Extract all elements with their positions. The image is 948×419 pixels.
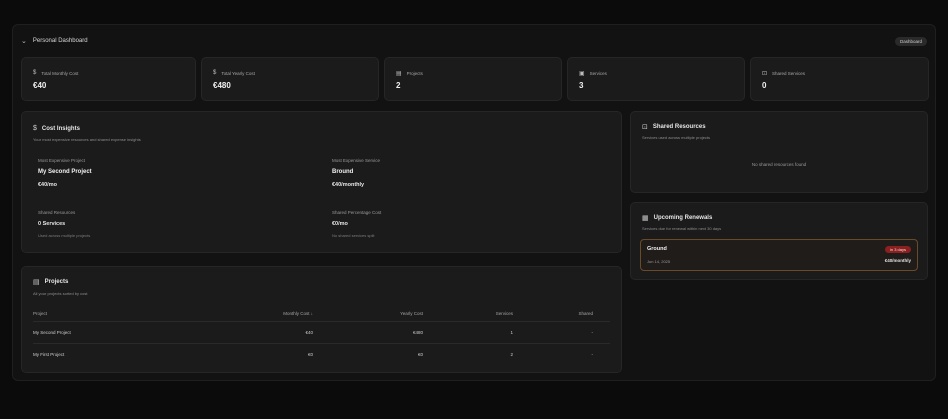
projects-table-header: Project Monthly Cost ↓ Yearly Cost Servi… bbox=[33, 307, 610, 319]
folder-icon: ▤ bbox=[396, 71, 402, 77]
header-left: ⌄ Personal Dashboard bbox=[21, 37, 88, 45]
stat-card-total-monthly: $ Total Monthly Cost €40 bbox=[21, 57, 196, 101]
renewal-item[interactable]: Ground Jun 14, 2025 in 3 days €40/monthl… bbox=[640, 239, 918, 271]
stat-value: 3 bbox=[579, 81, 584, 90]
stat-label: $ Total Monthly Cost bbox=[33, 70, 79, 76]
folder-icon: ▤ bbox=[33, 279, 40, 286]
shared-resources-subtitle: Services used across multiple projects bbox=[642, 135, 711, 140]
shared-resources-card: ⊡ Shared Resources Services used across … bbox=[630, 111, 928, 193]
shared-resources-empty: No shared resources found bbox=[751, 162, 807, 167]
shared-percentage-hint: No shared services split bbox=[332, 233, 375, 238]
stat-label: ▤ Projects bbox=[396, 71, 423, 77]
most-expensive-project-label: Most Expensive Project bbox=[38, 158, 86, 163]
shared-resources-heading: ⊡ Shared Resources bbox=[642, 124, 706, 131]
shared-resources-label: Shared Resources bbox=[38, 210, 76, 215]
stat-value: €40 bbox=[33, 81, 47, 90]
most-expensive-service-name: Bround bbox=[332, 169, 354, 175]
table-row[interactable]: My Second Project €40 €480 1 - bbox=[33, 321, 610, 343]
upcoming-renewals-heading: ▦ Upcoming Renewals bbox=[642, 215, 713, 222]
col-services[interactable]: Services bbox=[423, 311, 513, 316]
most-expensive-service-value: €40/monthly bbox=[332, 182, 365, 188]
projects-subtitle: All your projects sorted by cost bbox=[33, 291, 88, 296]
most-expensive-service-label: Most Expensive Service bbox=[332, 158, 381, 163]
col-project[interactable]: Project bbox=[33, 311, 203, 316]
dollar-icon: $ bbox=[33, 125, 37, 132]
table-row[interactable]: My First Project €0 €0 2 - bbox=[33, 343, 610, 365]
shared-resources-value: 0 Services bbox=[38, 221, 66, 227]
share-icon: ⊡ bbox=[642, 124, 648, 131]
stat-value: 0 bbox=[762, 81, 767, 90]
stat-label: ▣ Services bbox=[579, 71, 607, 77]
shared-resources-hint: Used across multiple projects bbox=[38, 233, 91, 238]
upcoming-renewals-subtitle: Services due for renewal within next 30 … bbox=[642, 226, 722, 231]
renewal-amount: €40/monthly bbox=[884, 258, 911, 263]
stat-card-projects: ▤ Projects 2 bbox=[384, 57, 562, 101]
stat-value: 2 bbox=[396, 81, 401, 90]
cost-insights-subtitle: Your most expensive resources and shared… bbox=[33, 137, 141, 142]
shared-percentage-label: Shared Percentage Cost bbox=[332, 210, 382, 215]
chevron-down-icon[interactable]: ⌄ bbox=[21, 37, 27, 45]
stat-card-services: ▣ Services 3 bbox=[567, 57, 745, 101]
cost-insights-card: $ Cost Insights Your most expensive reso… bbox=[21, 111, 622, 253]
most-expensive-project-value: €40/mo bbox=[38, 182, 57, 188]
stat-card-shared-services: ⊡ Shared Services 0 bbox=[750, 57, 929, 101]
share-icon: ⊡ bbox=[762, 71, 768, 77]
server-icon: ▣ bbox=[579, 71, 585, 77]
cost-insights-heading: $ Cost Insights bbox=[33, 125, 80, 132]
calendar-icon: ▦ bbox=[642, 215, 649, 222]
top-bar: ⌄ Personal Dashboard Dashboard bbox=[21, 33, 927, 49]
dollar-icon: $ bbox=[33, 70, 37, 76]
renewal-due-badge: in 3 days bbox=[884, 246, 911, 253]
most-expensive-project-name: My Second Project bbox=[38, 169, 92, 175]
dashboard-badge[interactable]: Dashboard bbox=[894, 36, 927, 46]
stat-label: $ Total Yearly Cost bbox=[213, 70, 255, 76]
projects-heading: ▤ Projects bbox=[33, 279, 69, 286]
stat-card-total-yearly: $ Total Yearly Cost €480 bbox=[201, 57, 379, 101]
col-yearly-cost[interactable]: Yearly Cost bbox=[313, 311, 423, 316]
projects-card: ▤ Projects All your projects sorted by c… bbox=[21, 266, 622, 373]
renewal-name: Ground bbox=[647, 246, 667, 252]
col-shared[interactable]: Shared bbox=[513, 311, 593, 316]
dashboard-frame: ⌄ Personal Dashboard Dashboard $ Total M… bbox=[12, 24, 936, 381]
renewal-date: Jun 14, 2025 bbox=[647, 259, 671, 264]
upcoming-renewals-card: ▦ Upcoming Renewals Services due for ren… bbox=[630, 202, 928, 280]
stat-label: ⊡ Shared Services bbox=[762, 71, 806, 77]
stat-value: €480 bbox=[213, 81, 231, 90]
page-title: Personal Dashboard bbox=[32, 38, 88, 44]
dollar-icon: $ bbox=[213, 70, 217, 76]
shared-percentage-value: €0/mo bbox=[332, 221, 348, 227]
col-monthly-cost[interactable]: Monthly Cost ↓ bbox=[203, 311, 313, 316]
